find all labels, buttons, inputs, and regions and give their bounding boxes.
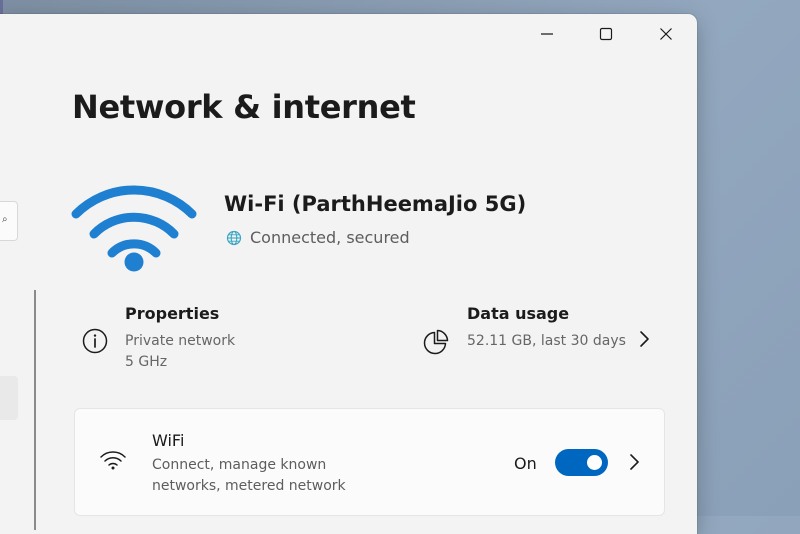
wifi-toggle[interactable] [555,449,608,476]
properties-title: Properties [125,304,220,323]
globe-icon [226,230,242,245]
data-usage-button[interactable]: Data usage 52.11 GB, last 30 days [422,304,662,374]
toggle-knob [587,455,602,470]
data-usage-title: Data usage [467,304,570,323]
wifi-card-description: Connect, manage known [152,457,327,473]
settings-window: ⌕ Network & internet Wi-Fi (ParthHeemaJi… [0,14,697,534]
minimize-button[interactable] [517,14,577,54]
wifi-icon [100,451,126,470]
close-button[interactable] [636,14,696,54]
data-usage-summary: 52.11 GB, last 30 days [467,333,626,349]
wifi-card-title: WiFi [152,431,185,450]
maximize-icon [599,27,613,41]
network-profile: Private network [125,333,236,349]
info-icon [82,328,108,354]
chevron-right-icon [640,331,649,347]
sidebar-divider [34,290,36,530]
close-icon [660,28,672,40]
connection-status: Connected, secured [226,228,410,247]
network-band: 5 GHz [125,354,168,370]
network-ssid: Wi-Fi (ParthHeemaJio 5G) [224,192,527,216]
maximize-button[interactable] [576,14,636,54]
chevron-right-icon[interactable] [628,453,640,471]
wifi-settings-card[interactable]: WiFi Connect, manage known networks, met… [74,408,665,516]
page-title: Network & internet [72,88,416,126]
minimize-icon [541,33,553,35]
wifi-toggle-state: On [514,454,537,473]
wifi-card-description-line2: networks, metered network [152,478,346,494]
pie-chart-icon [423,329,449,355]
search-icon: ⌕ [2,214,8,225]
sidebar-search-edge[interactable]: ⌕ [0,201,18,241]
properties-button[interactable]: Properties Private network 5 GHz [82,304,342,394]
wifi-large-icon [71,185,197,272]
sidebar-selected-item[interactable] [0,376,18,420]
connection-status-text: Connected, secured [250,228,410,247]
